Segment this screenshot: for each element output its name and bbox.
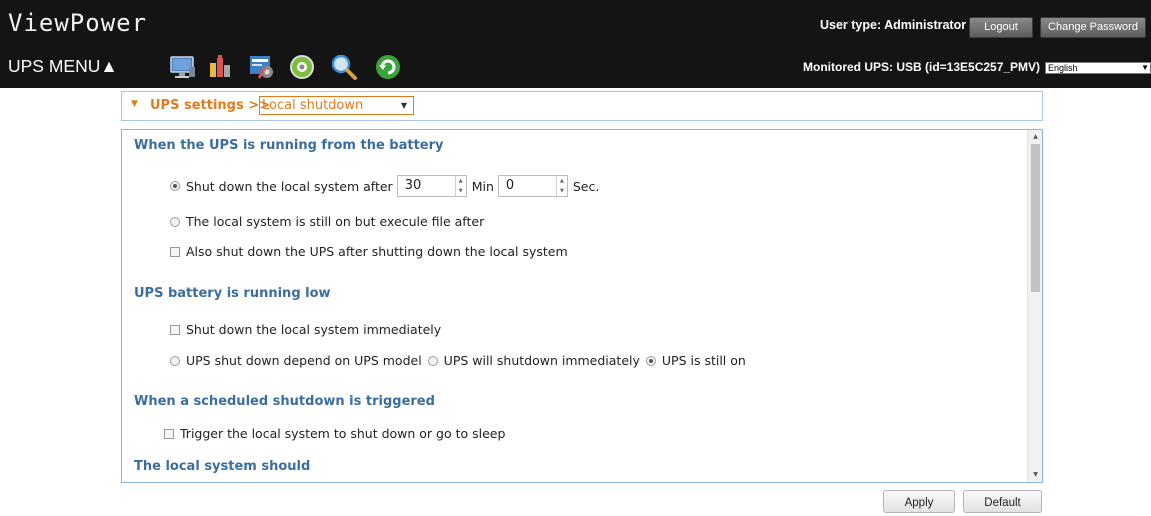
ups-shutdown-immediately-label: UPS will shutdown immediately bbox=[443, 353, 640, 368]
radio-ups-shutdown-immediately[interactable] bbox=[427, 355, 438, 366]
checkbox-trigger-sleep[interactable] bbox=[164, 428, 174, 439]
sec-unit-label: Sec. bbox=[572, 178, 600, 194]
option-trigger-sleep: Trigger the local system to shut down or… bbox=[164, 426, 505, 441]
stepper-up-icon[interactable]: ▲ bbox=[456, 176, 466, 186]
stepper-down-icon[interactable]: ▼ bbox=[456, 186, 466, 196]
checkbox-shutdown-immediately[interactable] bbox=[170, 324, 180, 335]
vertical-scrollbar[interactable]: ▲ ▼ bbox=[1027, 130, 1042, 482]
minutes-stepper-buttons: ▲ ▼ bbox=[454, 176, 466, 196]
language-value: English bbox=[1048, 63, 1078, 73]
caret-down-icon: ▼ bbox=[131, 99, 138, 109]
chevron-down-icon: ▼ bbox=[400, 101, 407, 110]
stepper-down-icon[interactable]: ▼ bbox=[557, 186, 567, 196]
logout-button[interactable]: Logout bbox=[969, 17, 1033, 38]
option-shutdown-after: Shut down the local system after 30 ▲ ▼ … bbox=[170, 175, 599, 197]
section-title-low-battery: UPS battery is running low bbox=[134, 286, 331, 301]
option-shutdown-immediately: Shut down the local system immediately bbox=[170, 322, 441, 337]
app-title: ViewPower bbox=[8, 9, 148, 37]
minutes-value: 30 bbox=[404, 178, 422, 193]
data-log-icon[interactable] bbox=[207, 53, 235, 81]
language-select[interactable]: English ▼ bbox=[1045, 62, 1151, 74]
shutdown-after-label: Shut down the local system after bbox=[186, 178, 393, 194]
control-icon[interactable] bbox=[288, 53, 316, 81]
stepper-up-icon[interactable]: ▲ bbox=[557, 176, 567, 186]
checkbox-also-shutdown-ups[interactable] bbox=[170, 246, 180, 257]
seconds-stepper[interactable]: 0 ▲ ▼ bbox=[497, 175, 568, 197]
settings-page-value: Local shutdown bbox=[262, 98, 364, 113]
chevron-down-icon: ▼ bbox=[1141, 63, 1149, 72]
section-title-local-system: The local system should bbox=[134, 459, 311, 474]
ups-still-on-label: UPS is still on bbox=[661, 353, 746, 368]
breadcrumb-label: UPS settings >> bbox=[150, 98, 271, 113]
execute-file-label: The local system is still on but execule… bbox=[186, 214, 485, 229]
option-execute-file: The local system is still on but execule… bbox=[170, 214, 484, 229]
min-unit-label: Min bbox=[471, 178, 494, 194]
radio-execute-file[interactable] bbox=[170, 216, 180, 227]
refresh-icon[interactable] bbox=[374, 53, 402, 81]
shutdown-immediately-label: Shut down the local system immediately bbox=[186, 322, 442, 337]
radio-depend-model[interactable] bbox=[170, 355, 180, 366]
monitor-icon[interactable] bbox=[169, 53, 197, 81]
scrollbar-thumb[interactable] bbox=[1031, 144, 1040, 292]
header-bar: ViewPower User type: Administrator Logou… bbox=[0, 0, 1151, 88]
settings-page-select[interactable]: Local shutdown ▼ bbox=[259, 96, 414, 115]
ups-menu-button[interactable]: UPS MENU▲ bbox=[8, 56, 118, 77]
settings-panel: When the UPS is running from the battery… bbox=[121, 129, 1043, 483]
change-password-button[interactable]: Change Password bbox=[1040, 17, 1146, 38]
apply-button[interactable]: Apply bbox=[883, 490, 955, 513]
scroll-up-icon[interactable]: ▲ bbox=[1028, 130, 1042, 144]
radio-shutdown-after[interactable] bbox=[170, 181, 180, 191]
configuration-icon[interactable] bbox=[248, 53, 276, 81]
seconds-stepper-buttons: ▲ ▼ bbox=[555, 176, 567, 196]
search-icon[interactable] bbox=[330, 53, 358, 81]
trigger-sleep-label: Trigger the local system to shut down or… bbox=[180, 426, 506, 441]
scroll-down-icon[interactable]: ▼ bbox=[1028, 468, 1042, 482]
section-title-scheduled: When a scheduled shutdown is triggered bbox=[134, 394, 435, 409]
section-title-battery: When the UPS is running from the battery bbox=[134, 138, 444, 153]
radio-ups-still-on[interactable] bbox=[645, 355, 656, 366]
monitored-ups-label: Monitored UPS: USB (id=13E5C257_PMV) bbox=[803, 60, 1041, 74]
depend-model-label: UPS shut down depend on UPS model bbox=[186, 353, 422, 368]
user-type-label: User type: Administrator bbox=[820, 18, 967, 32]
seconds-value: 0 bbox=[505, 178, 515, 193]
minutes-stepper[interactable]: 30 ▲ ▼ bbox=[396, 175, 467, 197]
default-button[interactable]: Default bbox=[963, 490, 1042, 513]
option-ups-shutdown-mode: UPS shut down depend on UPS model UPS wi… bbox=[170, 353, 746, 368]
also-shutdown-ups-label: Also shut down the UPS after shutting do… bbox=[186, 244, 568, 259]
breadcrumb: ▼ UPS settings >> Local shutdown ▼ bbox=[121, 91, 1043, 121]
option-also-shutdown-ups: Also shut down the UPS after shutting do… bbox=[170, 244, 568, 259]
